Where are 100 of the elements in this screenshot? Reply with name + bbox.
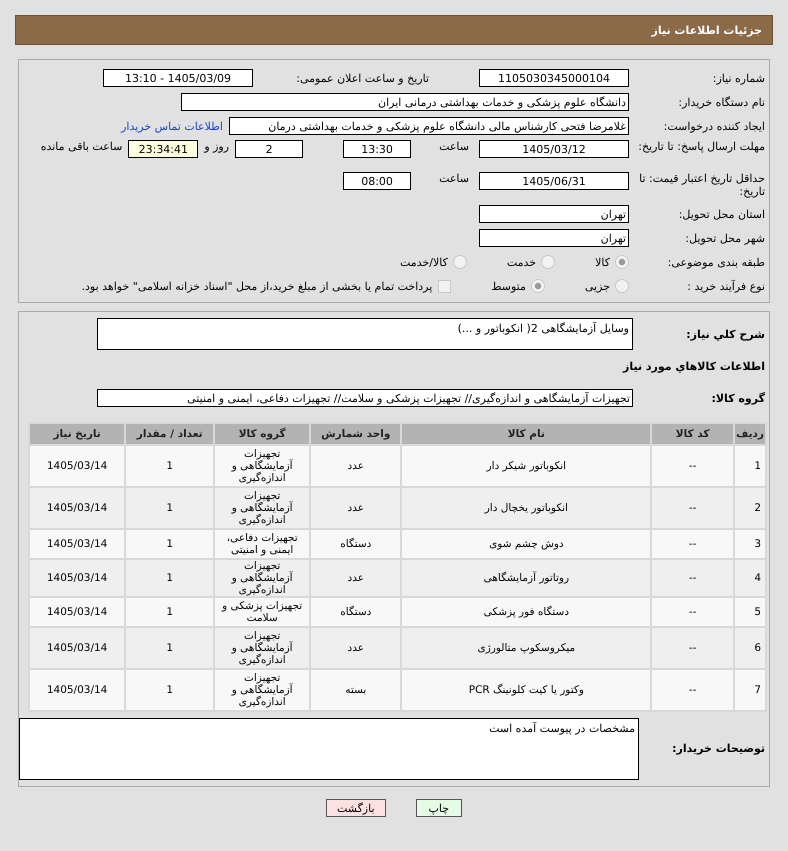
table-cell: تجهیزات آزمایشگاهی و اندازه‌گیری [215, 488, 310, 528]
radio-button[interactable] [541, 255, 556, 269]
radio-button[interactable] [530, 279, 545, 293]
time-field: 13:30 [343, 140, 412, 158]
table-cell: 4 [735, 560, 765, 596]
radio-button[interactable] [452, 255, 467, 269]
table-cell: تجهیزات دفاعی، ایمنی و امنیتی [215, 530, 310, 558]
checkbox-label: پرداخت تمام یا بخشی از مبلغ خرید،از محل "اسناد خزانه اسلامی" خواهد بود. [82, 280, 432, 292]
radio-button[interactable] [615, 255, 629, 269]
table-cell: 3 [735, 530, 765, 558]
table-cell: وکتور یا کیت کلونینگ PCR [402, 670, 650, 710]
table-cell: 1 [126, 670, 214, 710]
table-cell: -- [652, 670, 734, 710]
field-label: ساعت [439, 140, 469, 153]
table-cell: 5 [735, 598, 765, 626]
column-header: گروه کالا [215, 424, 310, 444]
field-label: حداقل تاریخ اعتبار قیمت: تا تاریخ: [638, 172, 765, 198]
page-title: جزئیات اطلاعات نیاز [15, 15, 773, 45]
buyer-notes-field[interactable]: مشخصات در پیوست آمده است [19, 718, 639, 780]
table-cell: بسته [311, 670, 400, 710]
option-label: کالا/خدمت [400, 256, 448, 268]
table-cell: دوش چشم شوی [402, 530, 650, 558]
column-header: تعداد / مقدار [126, 424, 214, 444]
table-cell: دستگاه فور پزشکی [402, 598, 650, 626]
column-header: ردیف [735, 424, 765, 444]
option-label: کالا [595, 256, 610, 268]
table-cell: تجهیزات آزمایشگاهی و اندازه‌گیری [215, 446, 310, 486]
table-cell: روتاتور آزمایشگاهی [402, 560, 650, 596]
city-field: تهران [479, 229, 629, 247]
table-cell: 1405/03/14 [30, 488, 124, 528]
table-cell: 1405/03/14 [30, 560, 124, 596]
table-cell: 6 [735, 628, 765, 668]
checkbox[interactable] [438, 280, 452, 292]
field-label: ساعت باقی مانده [40, 140, 122, 153]
field-label: ساعت [439, 172, 469, 185]
table-cell: -- [652, 488, 734, 528]
table-cell: -- [652, 598, 734, 626]
table-cell: 1 [126, 488, 214, 528]
field-label: روز و [204, 140, 230, 153]
buyer-org-field: دانشگاه علوم پزشکی و خدمات بهداشتی درمانی ایران [181, 93, 629, 111]
field-label: طبقه بندی موضوعی: [666, 256, 765, 268]
table-cell: 1405/03/14 [30, 628, 124, 668]
days-field: 2 [235, 140, 304, 158]
table-cell: 1405/03/14 [30, 598, 124, 626]
table-cell: تجهیزات آزمایشگاهی و اندازه‌گیری [215, 670, 310, 710]
table-cell: 1 [126, 628, 214, 668]
column-header: تاریخ نیاز [30, 424, 124, 444]
field-label: تاریخ و ساعت اعلان عمومی: [295, 72, 429, 84]
date-field: 1405/06/31 [479, 172, 629, 190]
column-header: کد کالا [652, 424, 734, 444]
table-cell: 1405/03/14 [30, 670, 124, 710]
date-field: 1405/03/12 [479, 140, 629, 158]
field-label: شهر محل تحویل: [684, 232, 765, 244]
option-label: جزیی [584, 280, 610, 292]
field-label: شماره نیاز: [712, 72, 765, 84]
table-cell: عدد [311, 628, 400, 668]
table-cell: عدد [311, 446, 400, 486]
field-label: ایجاد کننده درخواست: [662, 120, 765, 132]
table-cell: 7 [735, 670, 765, 710]
table-cell: انکوباتور شیکر دار [402, 446, 650, 486]
table-cell: 1 [126, 530, 214, 558]
back-button[interactable]: بازگشت [326, 799, 386, 817]
field-label: شرح کلي نياز: [685, 328, 765, 340]
buyer-contact-link[interactable]: اطلاعات تماس خریدار [121, 120, 223, 132]
table-cell: 1 [126, 446, 214, 486]
table-cell: -- [652, 560, 734, 596]
table-cell: تجهیزات آزمایشگاهی و اندازه‌گیری [215, 628, 310, 668]
option-label: خدمت [506, 256, 536, 268]
goods-group-field: تجهیزات آزمایشگاهی و اندازه‌گیری// تجهیزات پزشکی و سلامت// تجهیزات دفاعی، ایمنی و امنیتی [97, 389, 633, 407]
table-cell: عدد [311, 488, 400, 528]
remaining-time-field: 23:34:41 [128, 140, 198, 158]
table-cell: -- [652, 530, 734, 558]
table-cell: 1 [126, 598, 214, 626]
table-cell: دستگاه [311, 598, 400, 626]
description-field[interactable]: وسایل آزمایشگاهی 2( انکوباتور و ...) [97, 318, 633, 350]
table-cell: میکروسکوپ متالورژی [402, 628, 650, 668]
field-label: استان محل تحویل: [678, 208, 765, 220]
table-cell: تجهیزات پزشکی و سلامت [215, 598, 310, 626]
need-number-field: 1105030345000104 [479, 69, 629, 87]
print-button[interactable]: چاپ [416, 799, 462, 817]
creator-field: غلامرضا فتحی کارشناس مالی دانشگاه علوم پزشکی و خدمات بهداشتی درمان [229, 117, 629, 135]
table-cell: -- [652, 446, 734, 486]
province-field: تهران [479, 205, 629, 223]
table-cell: 1 [126, 560, 214, 596]
table-cell: دستگاه [311, 530, 400, 558]
column-header: نام کالا [402, 424, 650, 444]
option-label: متوسط [491, 280, 526, 292]
table-cell: 2 [735, 488, 765, 528]
section-title: اطلاعات کالاهاي مورد نياز [623, 360, 765, 372]
radio-button[interactable] [615, 279, 629, 293]
table-cell: انکوباتور یخچال دار [402, 488, 650, 528]
field-label: نام دستگاه خریدار: [677, 96, 765, 108]
field-label: مهلت ارسال پاسخ: تا تاریخ: [637, 140, 765, 153]
announce-date-field: 1405/03/09 - 13:10 [103, 69, 253, 87]
table-cell: 1 [735, 446, 765, 486]
time-field: 08:00 [343, 172, 412, 190]
table-cell: عدد [311, 560, 400, 596]
field-label: توضیحات خریدار: [671, 742, 765, 755]
field-label: گروه کالا: [710, 392, 765, 404]
table-cell: -- [652, 628, 734, 668]
